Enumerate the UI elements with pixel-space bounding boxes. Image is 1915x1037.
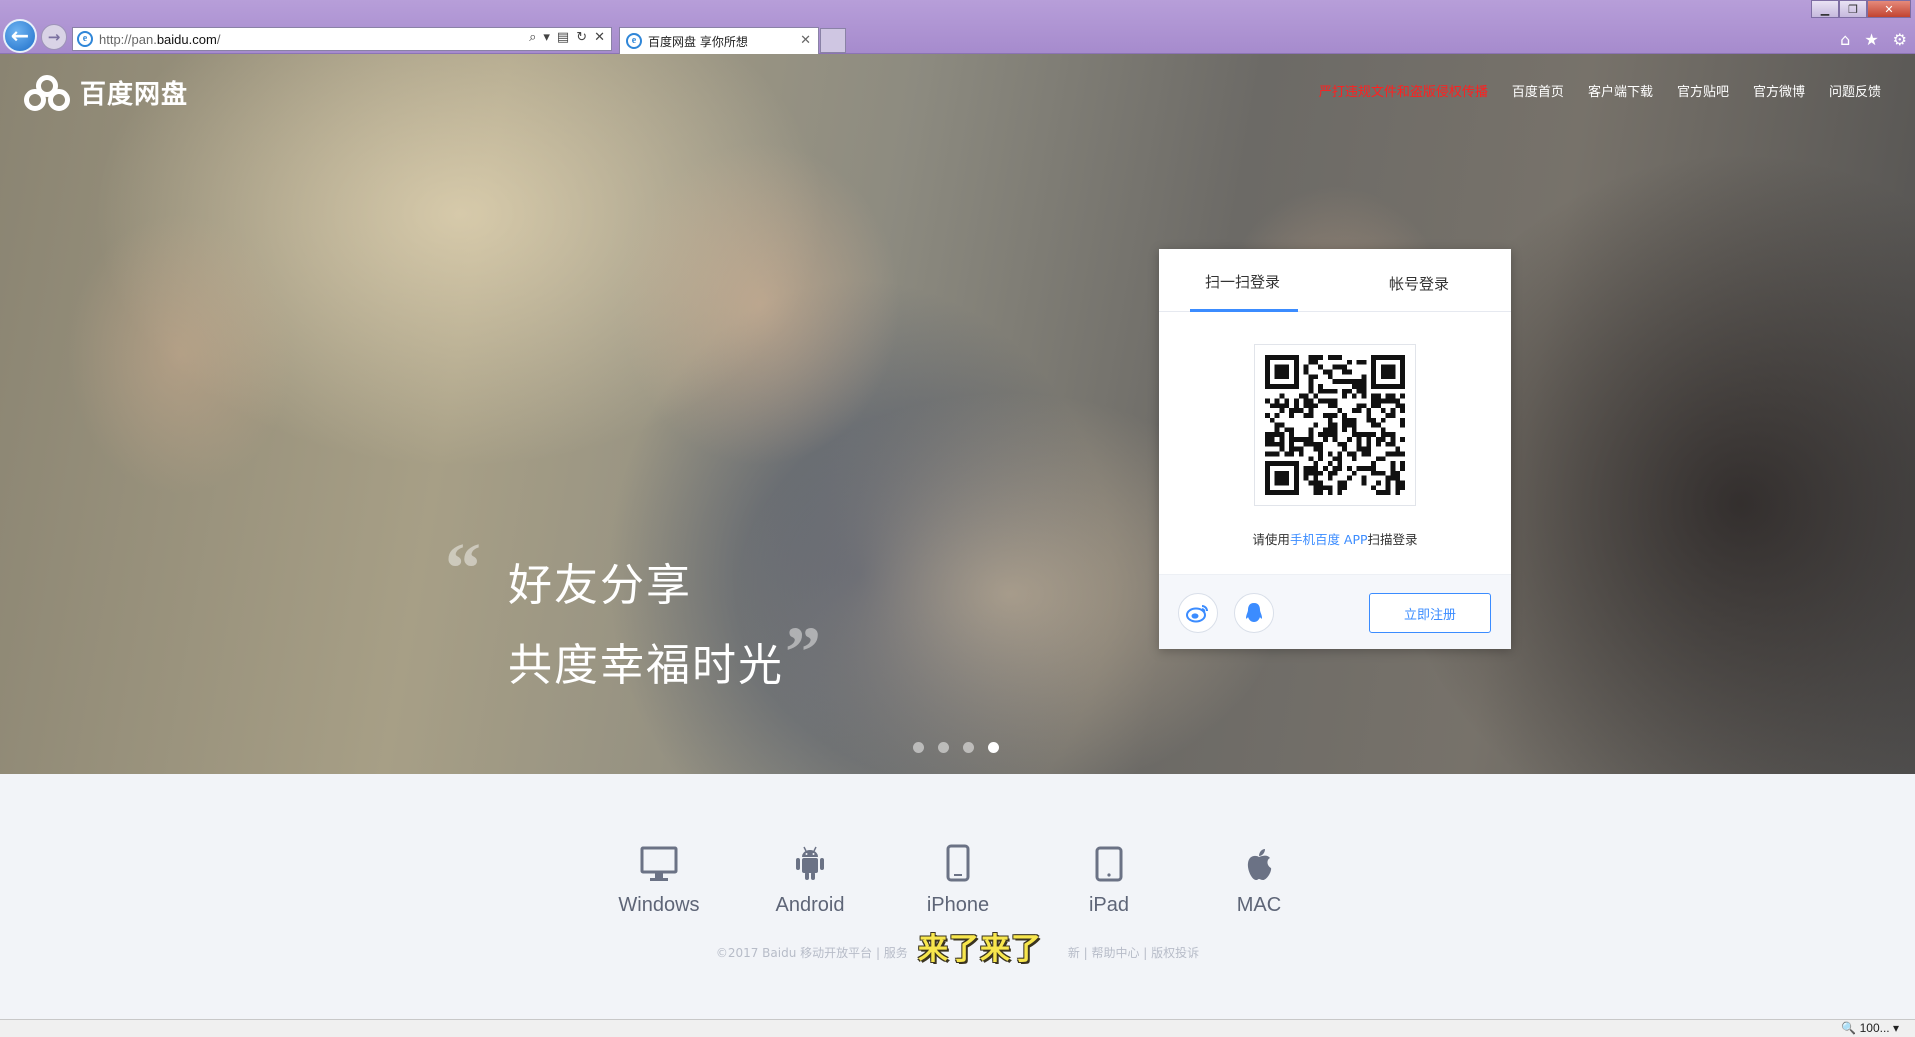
platform-ipad[interactable]: iPad bbox=[1054, 834, 1164, 917]
carousel-dot[interactable] bbox=[988, 742, 999, 753]
platform-android[interactable]: Android bbox=[755, 834, 865, 917]
nav-link-anti-piracy[interactable]: 严打违规文件和盗版侵权传播 bbox=[1319, 81, 1488, 100]
favorites-star-icon[interactable]: ★ bbox=[1864, 30, 1878, 49]
monitor-icon bbox=[640, 846, 678, 881]
browser-tab[interactable]: e 百度网盘 享你所想 ✕ bbox=[619, 27, 819, 54]
android-icon bbox=[796, 846, 824, 880]
window-controls: ▁ ❐ ✕ bbox=[1811, 0, 1911, 18]
dropdown-icon[interactable]: ▾ bbox=[543, 30, 550, 45]
tab-qr-login[interactable]: 扫一扫登录 bbox=[1205, 271, 1280, 292]
mobile-baidu-app-link[interactable]: 手机百度 APP bbox=[1290, 532, 1368, 547]
home-icon[interactable]: ⌂ bbox=[1840, 30, 1850, 49]
search-icon[interactable]: ⌕ bbox=[529, 30, 536, 45]
stop-icon[interactable]: ✕ bbox=[594, 30, 605, 45]
arrow-right-icon: → bbox=[47, 28, 61, 46]
close-window-button[interactable]: ✕ bbox=[1867, 0, 1911, 18]
qr-code-image bbox=[1265, 355, 1405, 495]
qq-login-button[interactable] bbox=[1234, 593, 1274, 633]
nav-link-baidu-home[interactable]: 百度首页 bbox=[1512, 81, 1564, 100]
status-bar: 🔍 100... ▾ bbox=[0, 1019, 1915, 1037]
ie-icon: e bbox=[626, 33, 642, 49]
carousel-dot[interactable] bbox=[913, 742, 924, 753]
platform-label: MAC bbox=[1236, 894, 1282, 916]
baidu-cloud-logo-icon bbox=[24, 74, 72, 111]
address-url[interactable]: http://pan.baidu.com/ bbox=[99, 32, 220, 47]
platform-mac[interactable]: MAC bbox=[1204, 834, 1314, 917]
address-bar[interactable]: e http://pan.baidu.com/ ⌕ ▾ ▤ ↻ ✕ bbox=[72, 27, 612, 51]
nav-link-client-download[interactable]: 客户端下载 bbox=[1588, 81, 1653, 100]
forward-button[interactable]: → bbox=[41, 24, 67, 50]
ie-icon: e bbox=[77, 31, 93, 47]
arrow-left-icon: ← bbox=[10, 23, 30, 49]
nav-link-feedback[interactable]: 问题反馈 bbox=[1829, 81, 1881, 100]
logo-text: 百度网盘 bbox=[80, 80, 189, 110]
browser-chrome: ▁ ❐ ✕ ← → e http://pan.baidu.com/ ⌕ ▾ ▤ … bbox=[0, 0, 1915, 54]
active-tab-indicator bbox=[1190, 309, 1298, 312]
slogan-line-2: 共度幸福时光 bbox=[508, 640, 784, 691]
footer-links-left[interactable]: ©2017 Baidu 移动开放平台 | 服务 bbox=[716, 946, 908, 960]
hero-banner: 百度网盘 严打违规文件和盗版侵权传播 百度首页 客户端下载 官方贴吧 官方微博 … bbox=[0, 54, 1915, 774]
quote-close-icon: ” bbox=[785, 612, 821, 692]
carousel-dots bbox=[913, 742, 999, 753]
gear-icon[interactable]: ⚙ bbox=[1893, 30, 1907, 49]
weibo-login-button[interactable] bbox=[1178, 593, 1218, 633]
compat-view-icon[interactable]: ▤ bbox=[557, 30, 569, 45]
zoom-icon: 🔍 bbox=[1841, 1021, 1857, 1035]
login-panel: 扫一扫登录 帐号登录 请使用手机百度 APP扫描登录 立即注册 bbox=[1159, 249, 1511, 649]
restore-button[interactable]: ❐ bbox=[1839, 0, 1867, 18]
weibo-icon bbox=[1186, 605, 1208, 623]
platform-label: iPad bbox=[1088, 894, 1130, 916]
qq-penguin-icon bbox=[1246, 603, 1262, 622]
platform-label: Android bbox=[775, 894, 845, 916]
quote-open-icon: “ bbox=[445, 528, 481, 608]
carousel-dot[interactable] bbox=[938, 742, 949, 753]
footer-links-right[interactable]: 新 | 帮助中心 | 版权投诉 bbox=[1068, 946, 1199, 960]
refresh-icon[interactable]: ↻ bbox=[576, 30, 587, 45]
overlay-caption: 来了来了 bbox=[918, 932, 1042, 967]
tab-title: 百度网盘 享你所想 bbox=[648, 34, 748, 49]
platform-iphone[interactable]: iPhone bbox=[903, 834, 1013, 917]
nav-link-official-weibo[interactable]: 官方微博 bbox=[1753, 81, 1805, 100]
minimize-button[interactable]: ▁ bbox=[1811, 0, 1839, 18]
carousel-dot[interactable] bbox=[963, 742, 974, 753]
tab-close-icon[interactable]: ✕ bbox=[800, 33, 811, 48]
platform-label: Windows bbox=[618, 894, 700, 916]
top-nav: 严打违规文件和盗版侵权传播 百度首页 客户端下载 官方贴吧 官方微博 问题反馈 bbox=[1319, 81, 1881, 100]
platform-windows[interactable]: Windows bbox=[604, 834, 714, 917]
zoom-control[interactable]: 🔍 100... ▾ bbox=[1841, 1021, 1899, 1035]
slogan-line-1: 好友分享 bbox=[508, 560, 692, 611]
ipad-icon bbox=[1095, 846, 1123, 882]
qr-hint: 请使用手机百度 APP扫描登录 bbox=[1252, 532, 1418, 547]
back-button[interactable]: ← bbox=[3, 19, 37, 53]
register-button[interactable]: 立即注册 bbox=[1369, 593, 1491, 633]
apple-icon bbox=[1247, 849, 1272, 880]
logo[interactable]: 百度网盘 bbox=[24, 74, 188, 111]
new-tab-button[interactable] bbox=[820, 28, 846, 53]
platform-label: iPhone bbox=[926, 894, 990, 916]
nav-link-official-tieba[interactable]: 官方贴吧 bbox=[1677, 81, 1729, 100]
qr-code bbox=[1254, 344, 1416, 506]
platform-downloads: Windows Android iPhone iPad MAC ©2017 Ba… bbox=[0, 774, 1915, 1019]
tab-account-login[interactable]: 帐号登录 bbox=[1389, 273, 1449, 294]
iphone-icon bbox=[946, 844, 970, 882]
